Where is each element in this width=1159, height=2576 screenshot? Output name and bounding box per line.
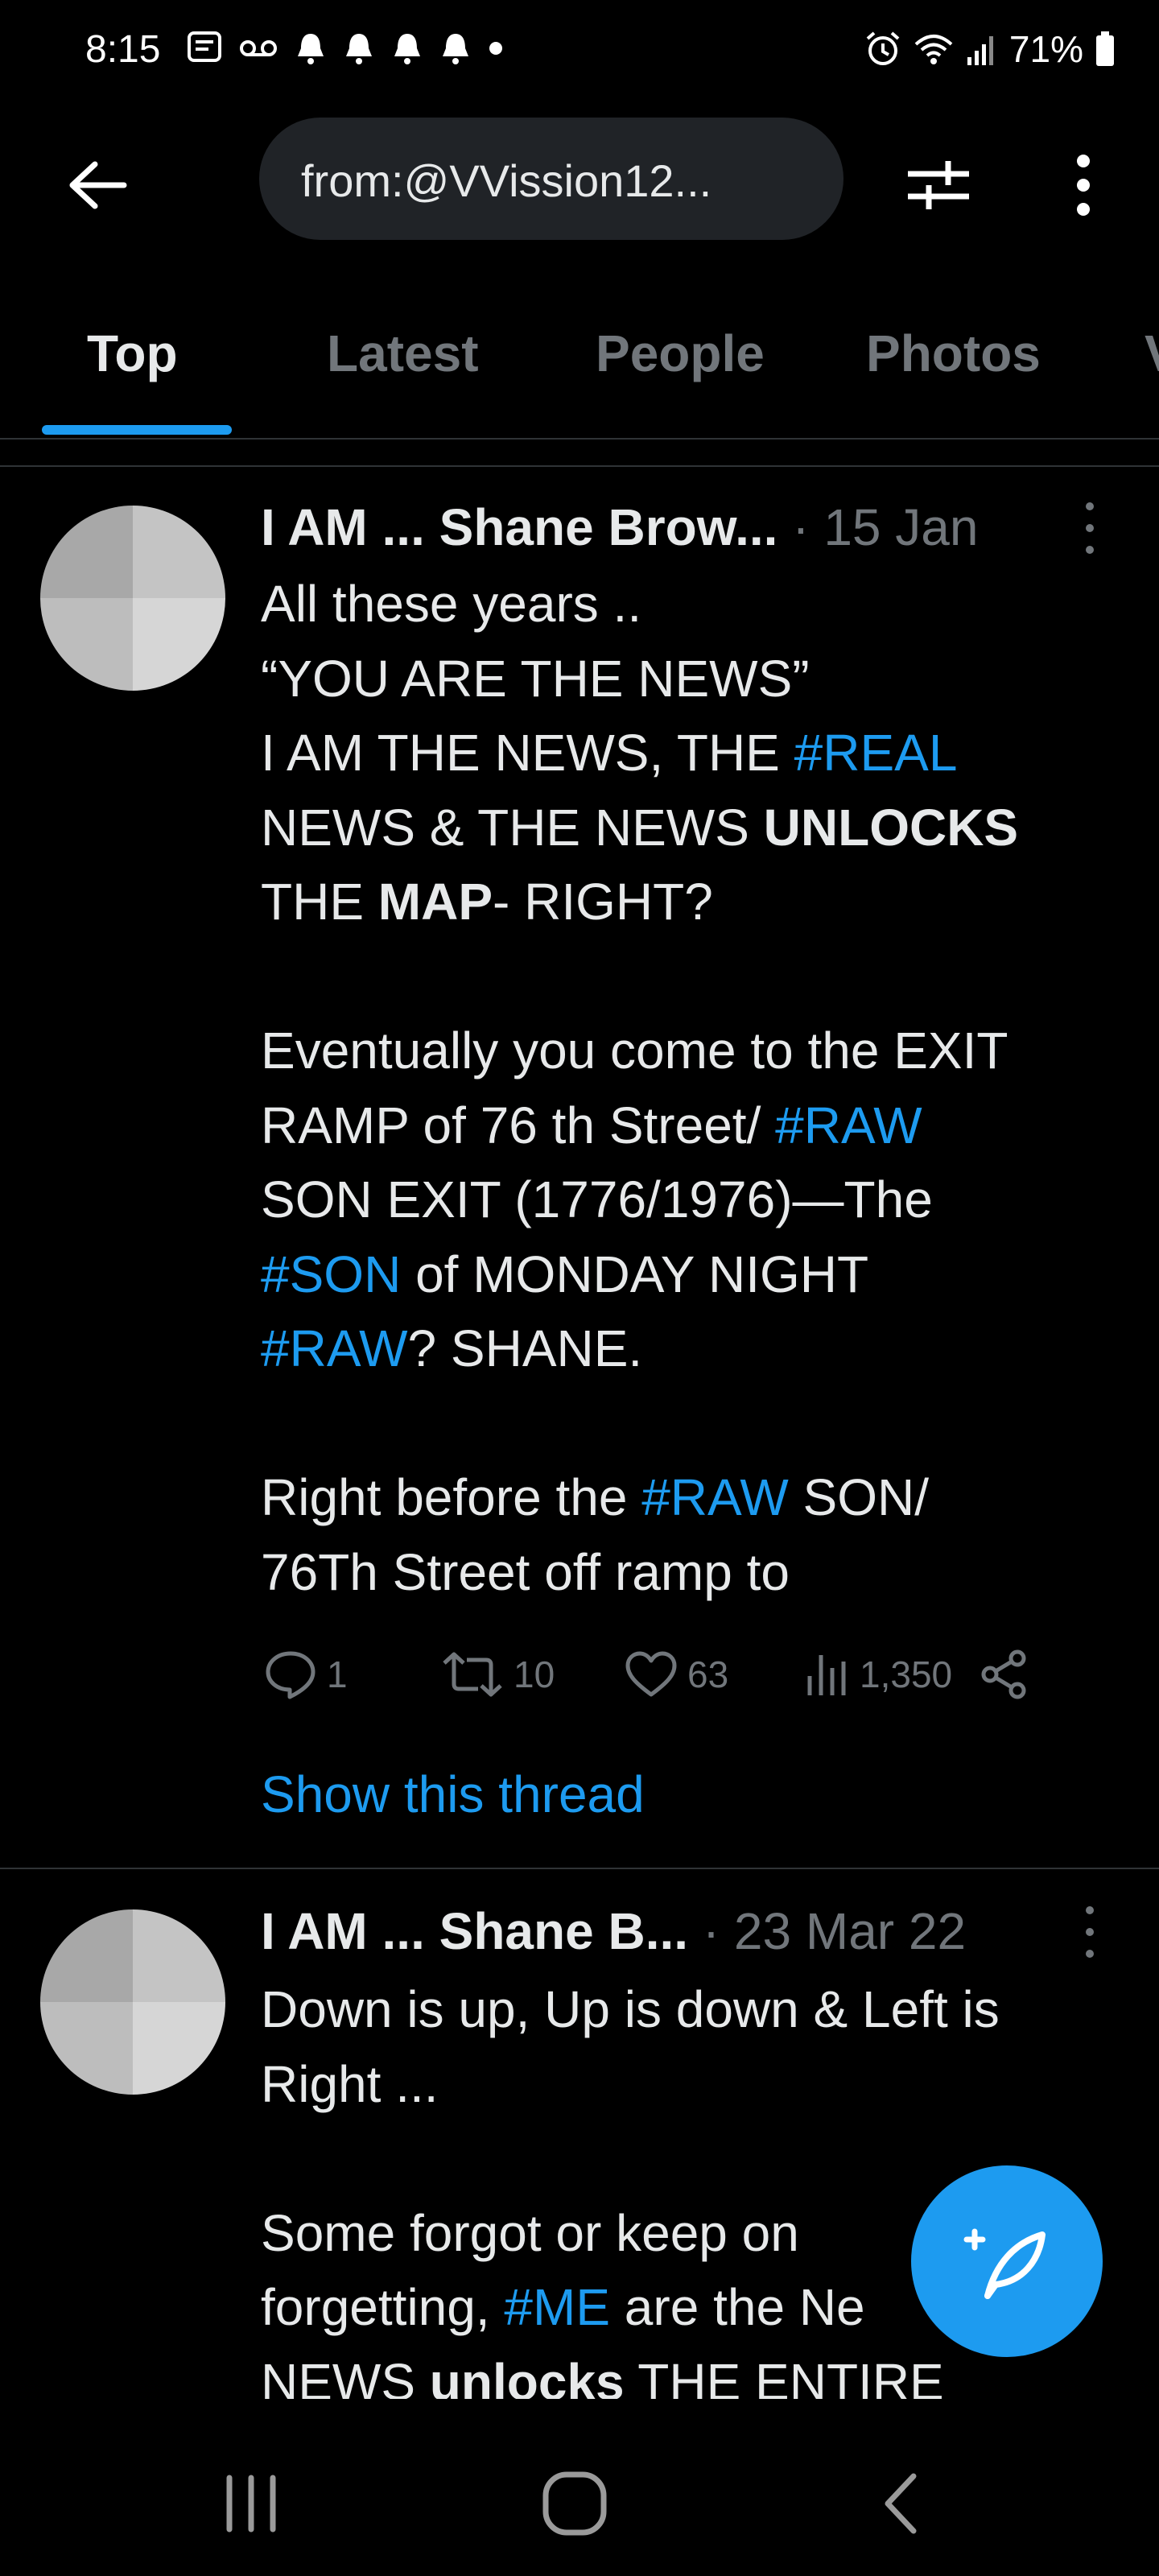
hashtag-link[interactable]: #REAL — [794, 724, 958, 782]
retweet-button[interactable]: 10 — [441, 1652, 625, 1697]
tweet-menu-button[interactable] — [1074, 496, 1106, 560]
home-button[interactable] — [526, 2455, 623, 2552]
share-button[interactable] — [979, 1649, 1030, 1700]
tweet-date[interactable]: 23 Mar 22 — [734, 1902, 966, 1960]
tab-videos[interactable]: V — [1145, 324, 1159, 383]
retweet-icon — [443, 1652, 502, 1697]
avatar[interactable] — [40, 1909, 225, 2095]
status-bar: 8:15 71% — [0, 0, 1159, 105]
tab-people[interactable]: People — [596, 324, 765, 383]
share-icon — [981, 1649, 1026, 1699]
system-back-button[interactable] — [852, 2455, 948, 2552]
author-name[interactable]: I AM ... Shane B... — [261, 1902, 688, 1960]
notification-icons — [187, 31, 504, 66]
tweet-menu-button[interactable] — [1074, 1900, 1106, 1964]
search-filter-button[interactable] — [898, 145, 979, 225]
system-icons: 71% — [864, 27, 1116, 71]
like-count: 63 — [687, 1653, 729, 1695]
tabs-divider — [0, 438, 1159, 440]
more-options-button[interactable] — [1043, 145, 1124, 225]
tab-top[interactable]: Top — [87, 324, 178, 383]
recent-apps-button[interactable] — [203, 2455, 299, 2552]
tweet-actions: 1 10 63 1,350 — [264, 1649, 1030, 1700]
tweet-header: I AM ... Shane Brow... · 15 Jan — [261, 498, 979, 556]
heart-icon — [625, 1651, 677, 1697]
reply-icon — [266, 1651, 316, 1699]
home-circle-icon — [542, 2471, 607, 2536]
like-button[interactable]: 63 — [625, 1651, 805, 1698]
hashtag-link[interactable]: #RAW — [641, 1468, 789, 1526]
message-icon — [188, 31, 221, 62]
signal-icon — [967, 36, 993, 65]
tweet-divider — [0, 1868, 1159, 1869]
tweet-text: Down is up, Up is down & Left is Right .… — [261, 1980, 1000, 2399]
more-vertical-icon — [1077, 155, 1090, 216]
show-thread-link[interactable]: Show this thread — [261, 1765, 645, 1824]
alarm-icon — [866, 31, 900, 65]
avatar-image — [40, 1909, 225, 2095]
views-button[interactable]: 1,350 — [805, 1652, 979, 1697]
dot-icon — [489, 42, 502, 55]
search-query: from:@VVission12... — [301, 155, 712, 206]
recent-apps-icon — [226, 2475, 276, 2533]
avatar-image — [40, 506, 225, 691]
view-count: 1,350 — [860, 1653, 953, 1695]
tweet-header: I AM ... Shane B... · 23 Mar 22 — [261, 1902, 967, 1960]
retweet-count: 10 — [514, 1653, 555, 1695]
tweet-text: All these years .. “YOU ARE THE NEWS” I … — [261, 575, 1019, 1601]
battery-icon — [1096, 31, 1114, 66]
author-name[interactable]: I AM ... Shane Brow... — [261, 498, 777, 556]
back-button[interactable] — [56, 145, 137, 225]
reply-count: 1 — [327, 1653, 348, 1695]
wifi-icon — [914, 35, 953, 64]
hashtag-link[interactable]: #SON — [261, 1245, 401, 1303]
tab-latest[interactable]: Latest — [327, 324, 479, 383]
tab-photos[interactable]: Photos — [866, 324, 1041, 383]
compose-tweet-button[interactable] — [911, 2165, 1103, 2357]
tweet-date[interactable]: 15 Jan — [823, 498, 978, 556]
bell-icon — [346, 34, 372, 64]
avatar[interactable] — [40, 506, 225, 691]
bell-icon — [394, 34, 420, 64]
arrow-left-icon — [69, 161, 127, 209]
hashtag-link[interactable]: #RAW — [261, 1319, 408, 1377]
compose-feather-icon — [963, 2228, 1046, 2299]
battery-percent: 71% — [1008, 28, 1083, 70]
bell-icon — [443, 34, 468, 64]
chevron-left-icon — [885, 2473, 917, 2534]
hashtag-link[interactable]: #RAW — [775, 1096, 922, 1154]
reply-button[interactable]: 1 — [264, 1649, 441, 1699]
search-input[interactable]: from:@VVission12... — [259, 118, 843, 240]
active-tab-indicator — [42, 425, 232, 435]
system-navigation-bar — [0, 2407, 1159, 2576]
voicemail-icon — [240, 40, 277, 56]
hashtag-link[interactable]: #ME — [504, 2278, 610, 2336]
bell-icon — [298, 34, 324, 64]
analytics-icon — [807, 1655, 846, 1695]
sliders-icon — [908, 161, 969, 209]
status-time: 8:15 — [85, 28, 161, 71]
